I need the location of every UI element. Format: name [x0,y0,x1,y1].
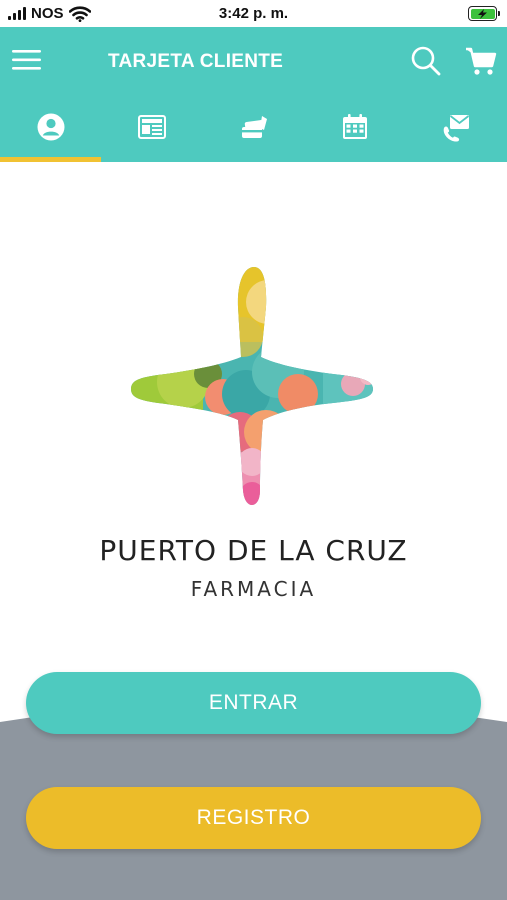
clock: 3:42 p. m. [218,5,289,22]
enter-button[interactable]: ENTRAR [26,672,481,734]
user-icon [37,113,65,141]
cards-icon [241,116,267,138]
charging-bolt-icon [477,8,487,19]
pharmacy-cross-logo [131,267,373,505]
toolbar: TARJETA CLIENTE [0,27,507,95]
news-icon [138,115,167,139]
search-button[interactable] [410,45,442,77]
register-button[interactable]: REGISTRO [26,787,481,849]
calendar-icon [342,114,367,139]
tab-calendar[interactable] [304,103,405,162]
brand-subtitle: FARMACIA [190,577,317,601]
app-bar: TARJETA CLIENTE [0,27,507,162]
tab-cards[interactable] [203,103,304,162]
tab-contact[interactable] [406,103,507,162]
search-icon [411,46,441,76]
tab-profile[interactable] [0,103,102,162]
tab-news[interactable] [101,103,202,162]
brand-name: PUERTO DE LA CRUZ [99,534,408,567]
main-content: PUERTO DE LA CRUZ FARMACIA ENTRAR REGIST… [0,162,507,900]
contact-icon [444,115,470,142]
battery-fill [470,8,495,19]
cart-button[interactable] [464,45,498,77]
hamburger-icon [12,50,41,70]
tab-bar [0,103,507,162]
cart-icon [466,47,497,75]
menu-button[interactable] [12,47,42,73]
status-bar: NOS 3:42 p. m. [0,0,507,27]
page-title: TARJETA CLIENTE [108,51,284,72]
battery-icon [468,6,500,21]
